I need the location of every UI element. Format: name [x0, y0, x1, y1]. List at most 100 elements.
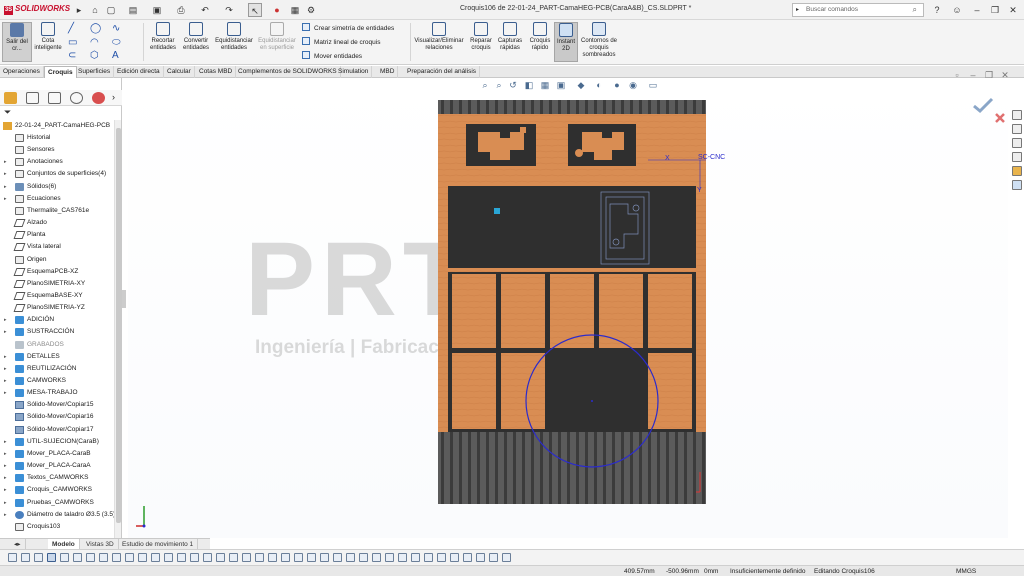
- expand-arrow-icon[interactable]: ▸: [4, 363, 7, 375]
- scene-icon[interactable]: ◉: [628, 80, 638, 90]
- circle-center-point[interactable]: [591, 400, 593, 402]
- vertical-icon[interactable]: [359, 553, 368, 562]
- copy-icon[interactable]: [268, 553, 277, 562]
- text-icon[interactable]: A: [112, 51, 119, 61]
- featuremanager-tab-icon[interactable]: [4, 92, 17, 104]
- options-gear-icon[interactable]: ⚙: [304, 3, 318, 17]
- tab-cotas-mbd[interactable]: Cotas MBD: [196, 66, 237, 78]
- tree-item[interactable]: ▸ Textos_CAMWORKS: [0, 472, 114, 484]
- expand-arrow-icon[interactable]: ▸: [4, 375, 7, 387]
- tab-mbd[interactable]: MBD: [377, 66, 399, 78]
- expand-arrow-icon[interactable]: ▸: [4, 460, 7, 472]
- tree-item[interactable]: ▸ Anotaciones: [0, 156, 114, 168]
- dimxpert-tab-icon[interactable]: [70, 92, 83, 104]
- tab-edicion-directa[interactable]: Edición directa: [114, 66, 164, 78]
- pattern-icon[interactable]: [242, 553, 251, 562]
- minimize-doc-icon[interactable]: –: [968, 70, 978, 80]
- spline-icon[interactable]: [138, 553, 147, 562]
- polygon-icon[interactable]: [125, 553, 134, 562]
- tangent-icon[interactable]: [385, 553, 394, 562]
- offset-icon[interactable]: [216, 553, 225, 562]
- tab-preparacion-analisis[interactable]: Preparación del análisis: [404, 66, 481, 78]
- text-icon[interactable]: [177, 553, 186, 562]
- close-icon[interactable]: ✕: [1006, 3, 1020, 17]
- instant2d-button[interactable]: Instant 2D: [554, 22, 578, 62]
- polygon-icon[interactable]: ⬡: [90, 51, 99, 61]
- tree-item[interactable]: PlanoSIMETRIA-YZ: [0, 302, 114, 314]
- home-icon[interactable]: ⌂: [88, 3, 102, 17]
- tree-item[interactable]: ▸ DETALLES: [0, 351, 114, 363]
- view-palette-icon[interactable]: [1012, 152, 1022, 162]
- expand-arrow-icon[interactable]: ▸: [4, 193, 7, 205]
- design-library-icon[interactable]: [1012, 124, 1022, 134]
- tree-item[interactable]: ▸ REUTILIZACIÓN: [0, 363, 114, 375]
- tree-item[interactable]: Sólido-Mover/Copiar16: [0, 411, 114, 423]
- tree-item[interactable]: Historial: [0, 132, 114, 144]
- tree-item[interactable]: ▸ Diámetro de taladro Ø3.5 (3.5): [0, 509, 114, 521]
- move-entities-button[interactable]: Mover entidades: [302, 51, 362, 60]
- circle-icon[interactable]: [86, 553, 95, 562]
- arc-icon[interactable]: ◠: [90, 38, 99, 48]
- ellipse-icon[interactable]: ⬭: [112, 38, 121, 48]
- expand-arrow-icon[interactable]: ▸: [4, 387, 7, 399]
- section-view-icon[interactable]: ◧: [524, 80, 534, 90]
- symmetric-icon[interactable]: [411, 553, 420, 562]
- custom-properties-icon[interactable]: [1012, 180, 1022, 190]
- chamfer-icon[interactable]: [164, 553, 173, 562]
- dynamic-annotation-icon[interactable]: ▦: [540, 80, 550, 90]
- tab-croquis[interactable]: Croquis: [44, 66, 77, 78]
- tree-root[interactable]: 22-01-24_PART-CamaHEG-PCB: [0, 120, 114, 132]
- mirror-icon[interactable]: [229, 553, 238, 562]
- smart-dim-icon[interactable]: [21, 553, 30, 562]
- quick-snaps-button[interactable]: Capturas rápidas: [496, 22, 524, 52]
- expand-arrow-icon[interactable]: ▸: [4, 351, 7, 363]
- print-icon[interactable]: ⎙: [174, 3, 188, 17]
- tree-item[interactable]: ▸ Pruebas_CAMWORKS: [0, 497, 114, 509]
- snap-icon[interactable]: [463, 553, 472, 562]
- tree-item[interactable]: ▸ Conjuntos de superficies(4): [0, 168, 114, 180]
- arc-icon[interactable]: [99, 553, 108, 562]
- search-icon[interactable]: ⌕: [913, 5, 917, 15]
- horizontal-icon[interactable]: [346, 553, 355, 562]
- mirror-entities-button[interactable]: Crear simetría de entidades: [302, 23, 394, 32]
- tree-item[interactable]: ▸ UTIL-SUJECION(CaraB): [0, 436, 114, 448]
- fix-icon[interactable]: [333, 553, 342, 562]
- tree-item[interactable]: ▸ SUSTRACCIÓN: [0, 326, 114, 338]
- search-dropdown-icon[interactable]: ▸: [796, 6, 799, 13]
- scrollbar-thumb[interactable]: [116, 128, 121, 523]
- construction-icon[interactable]: [424, 553, 433, 562]
- tree-item[interactable]: ▸ MESA-TRABAJO: [0, 387, 114, 399]
- chevron-right-icon[interactable]: ›: [112, 92, 115, 102]
- tree-item[interactable]: Thermalite_CAS761e: [0, 205, 114, 217]
- restore-doc-icon[interactable]: ❐: [984, 70, 994, 80]
- offset-surface-button[interactable]: Equidistanciar en superficie: [256, 22, 298, 52]
- line-icon[interactable]: [34, 553, 43, 562]
- coincident-icon[interactable]: [372, 553, 381, 562]
- display-style-icon[interactable]: ◆: [576, 80, 586, 90]
- zoom-area-icon[interactable]: ⌕: [494, 80, 504, 90]
- propertymanager-tab-icon[interactable]: [26, 92, 39, 104]
- repair-icon[interactable]: [437, 553, 446, 562]
- expand-arrow-icon[interactable]: ▸: [4, 497, 7, 509]
- previous-view-icon[interactable]: ↺: [508, 80, 518, 90]
- repair-sketch-button[interactable]: Reparar croquis: [468, 22, 494, 52]
- grid-icon[interactable]: [450, 553, 459, 562]
- redo-icon[interactable]: ↷: [222, 3, 236, 17]
- help-icon[interactable]: ?: [930, 3, 944, 17]
- tree-item[interactable]: EsquemaBASE-XY: [0, 290, 114, 302]
- tab-simulation[interactable]: Simulation: [335, 66, 373, 78]
- plane-sketch-icon[interactable]: [489, 553, 498, 562]
- configurationmanager-tab-icon[interactable]: [48, 92, 61, 104]
- tree-item[interactable]: Sólido-Mover/Copiar17: [0, 424, 114, 436]
- expand-arrow-icon[interactable]: ▸: [4, 472, 7, 484]
- rotate-icon[interactable]: [281, 553, 290, 562]
- expand-arrow-icon[interactable]: ▸: [4, 326, 7, 338]
- expand-arrow-icon[interactable]: ▸: [4, 156, 7, 168]
- close-doc-icon[interactable]: ✕: [1000, 70, 1010, 80]
- tree-item[interactable]: Sensores: [0, 144, 114, 156]
- tab-superficies[interactable]: Superficies: [75, 66, 115, 78]
- view-orientation-icon[interactable]: ▣: [556, 80, 566, 90]
- tree-item[interactable]: ▸ Croquis_CAMWORKS: [0, 484, 114, 496]
- zoom-to-fit-icon[interactable]: ⌕: [480, 80, 490, 90]
- resources-icon[interactable]: [1012, 110, 1022, 120]
